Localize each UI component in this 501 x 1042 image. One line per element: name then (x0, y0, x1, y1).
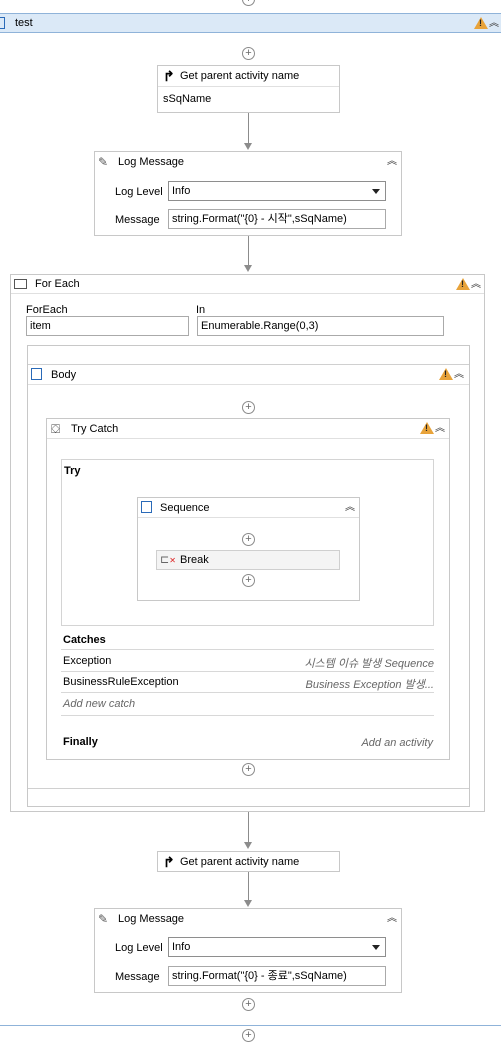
message-label: Message (115, 971, 160, 983)
get-parent-activity-1[interactable]: ↱ Get parent activity name sSqName (157, 65, 340, 113)
foreach-item-field[interactable]: item (26, 316, 189, 336)
get-parent-title: Get parent activity name (180, 70, 300, 82)
log-level-value: Info (172, 941, 191, 953)
for-each-activity[interactable]: For Each ! ︽ ForEach item In Enumerable.… (10, 274, 485, 812)
divider (61, 671, 434, 672)
break-label: Break (180, 554, 209, 566)
log-message-1[interactable]: ✎ Log Message ︽ Log Level Info Message s… (94, 151, 402, 236)
add-activity-icon[interactable]: + (242, 574, 255, 587)
collapse-icon[interactable]: ︽ (345, 503, 355, 513)
break-icon: ⊏✕ (160, 554, 176, 566)
sequence-icon (141, 501, 152, 513)
add-an-activity-link[interactable]: Add an activity (361, 737, 433, 749)
try-catch-activity[interactable]: ⛋ Try Catch ! ︽ Try Sequence ︽ + ⊏✕ Brea… (46, 418, 450, 760)
collapse-icon[interactable]: ︽ (387, 157, 397, 167)
add-activity-icon[interactable]: + (242, 47, 255, 60)
catch-exception: Exception (63, 655, 112, 667)
connector-arrow (244, 842, 252, 849)
connector-arrow (244, 900, 252, 907)
add-activity-icon[interactable]: + (242, 533, 255, 546)
log-message-2[interactable]: ✎ Log Message ︽ Log Level Info Message s… (94, 908, 402, 993)
get-parent-title: Get parent activity name (180, 856, 300, 868)
catch-exception: BusinessRuleException (63, 676, 179, 688)
try-section: Try Sequence ︽ + ⊏✕ Break + (61, 459, 434, 626)
catch-row[interactable]: BusinessRuleException Business Exception… (61, 673, 434, 693)
sequence-icon (31, 368, 42, 380)
catches-label: Catches (63, 634, 106, 646)
inner-sequence[interactable]: Sequence ︽ + ⊏✕ Break + (137, 497, 360, 601)
root-sequence-header[interactable]: test ! ︽ (0, 13, 501, 33)
break-activity[interactable]: ⊏✕ Break (156, 550, 340, 570)
connector-arrow (244, 143, 252, 150)
dropdown-caret-icon (372, 945, 380, 950)
catch-handler: 시스템 이슈 발생 Sequence (304, 658, 434, 670)
trycatch-icon: ⛋ (51, 422, 61, 436)
log-level-value: Info (172, 185, 191, 197)
log-level-label: Log Level (115, 942, 163, 954)
connector-arrow (244, 265, 252, 272)
collapse-icon[interactable]: ︽ (489, 19, 499, 29)
get-parent-output[interactable]: sSqName (163, 93, 211, 105)
log-message-title: Log Message (118, 913, 185, 925)
in-field[interactable]: Enumerable.Range(0,3) (197, 316, 444, 336)
connector (248, 236, 249, 267)
add-activity-top-icon[interactable]: + (242, 0, 255, 6)
log-level-label: Log Level (115, 186, 163, 198)
body-sequence[interactable]: Body ! ︽ + ⛋ Try Catch ! ︽ Try Sequence … (28, 364, 469, 789)
add-new-catch-link[interactable]: Add new catch (63, 698, 135, 710)
log-message-icon: ✎ (98, 155, 109, 169)
divider (61, 692, 434, 693)
finally-label: Finally (63, 736, 98, 748)
try-catch-title: Try Catch (71, 423, 119, 435)
log-message-icon: ✎ (98, 912, 109, 926)
warning-icon[interactable]: ! (456, 278, 470, 290)
collapse-icon[interactable]: ︽ (387, 914, 397, 924)
collapse-icon[interactable]: ︽ (454, 370, 464, 380)
collapse-icon[interactable]: ︽ (471, 280, 481, 290)
get-parent-activity-2[interactable]: ↱ Get parent activity name (157, 851, 340, 872)
log-level-select[interactable]: Info (168, 181, 386, 201)
message-field[interactable]: string.Format("{0} - 종료",sSqName) (168, 966, 386, 986)
in-label: In (196, 304, 206, 316)
connector (248, 812, 249, 844)
warning-icon[interactable]: ! (420, 422, 434, 434)
divider (61, 649, 434, 650)
root-sequence-bottom-border (0, 1025, 501, 1026)
body-title: Body (51, 369, 77, 381)
sequence-icon (0, 17, 5, 29)
divider (61, 715, 434, 716)
warning-icon[interactable]: ! (439, 368, 453, 380)
collapse-icon[interactable]: ︽ (435, 424, 445, 434)
message-field[interactable]: string.Format("{0} - 시작",sSqName) (168, 209, 386, 229)
warning-icon[interactable]: ! (474, 17, 488, 29)
get-parent-icon: ↱ (163, 854, 175, 870)
log-level-select[interactable]: Info (168, 937, 386, 957)
for-each-title: For Each (35, 278, 80, 290)
catch-handler: Business Exception 발생... (305, 679, 434, 691)
foreach-icon (14, 279, 27, 289)
root-sequence-title: test (15, 17, 33, 29)
try-label: Try (64, 465, 81, 477)
add-activity-bottom-icon[interactable]: + (242, 1029, 255, 1042)
dropdown-caret-icon (372, 189, 380, 194)
message-label: Message (115, 214, 160, 226)
get-parent-icon: ↱ (163, 68, 175, 84)
sequence-title: Sequence (160, 502, 210, 514)
log-message-title: Log Message (118, 156, 185, 168)
add-activity-icon[interactable]: + (242, 763, 255, 776)
add-activity-icon[interactable]: + (242, 401, 255, 414)
add-activity-icon[interactable]: + (242, 998, 255, 1011)
connector (248, 113, 249, 145)
catch-row[interactable]: Exception 시스템 이슈 발생 Sequence (61, 652, 434, 672)
connector (248, 872, 249, 902)
body-container: Body ! ︽ + ⛋ Try Catch ! ︽ Try Sequence … (27, 345, 470, 807)
foreach-label: ForEach (26, 304, 68, 316)
